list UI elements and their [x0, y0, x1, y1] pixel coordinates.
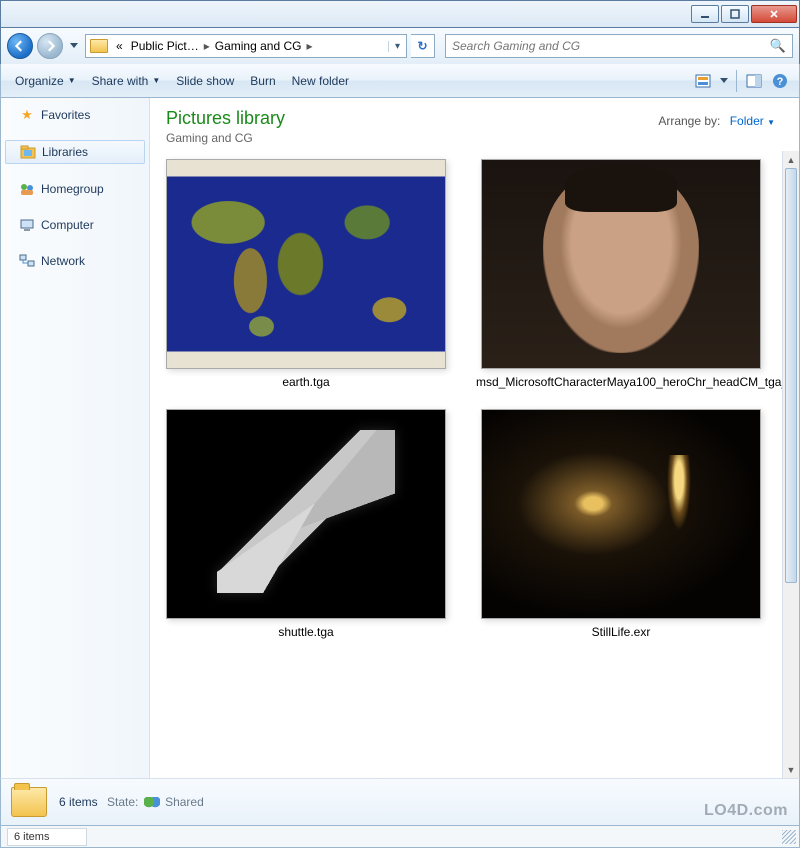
chevron-right-icon[interactable]: ▸ [305, 39, 313, 53]
close-button[interactable] [751, 5, 797, 23]
slideshow-label: Slide show [176, 74, 234, 88]
command-toolbar: Organize▼ Share with▼ Slide show Burn Ne… [0, 64, 800, 98]
organize-label: Organize [15, 74, 64, 88]
arrange-by-label: Arrange by: [658, 114, 720, 128]
resize-grip[interactable] [782, 830, 796, 844]
sidebar-item-homegroup[interactable]: Homegroup [1, 178, 149, 200]
folder-icon [90, 39, 108, 53]
arrange-by-value: Folder [730, 114, 764, 128]
network-icon [19, 253, 35, 269]
status-bar: 6 items [0, 826, 800, 848]
file-name: earth.tga [282, 375, 329, 391]
state-value: Shared [165, 795, 204, 809]
share-with-menu[interactable]: Share with▼ [84, 70, 169, 92]
vertical-scrollbar[interactable]: ▲ ▼ [782, 151, 799, 778]
sidebar-item-libraries[interactable]: Libraries [5, 140, 145, 164]
scroll-thumb[interactable] [785, 168, 797, 583]
sidebar-item-label: Computer [41, 218, 94, 232]
file-item[interactable]: earth.tga [166, 159, 446, 391]
navigation-bar: « Public Pict… ▸ Gaming and CG ▸ ▾ ↻ 🔍 [0, 28, 800, 64]
burn-button[interactable]: Burn [242, 70, 283, 92]
folder-icon [11, 787, 47, 817]
scroll-down-button[interactable]: ▼ [783, 761, 799, 778]
breadcrumb-current[interactable]: Gaming and CG [211, 39, 306, 53]
maximize-button[interactable] [721, 5, 749, 23]
sidebar-item-computer[interactable]: Computer [1, 214, 149, 236]
file-name: shuttle.tga [278, 625, 333, 641]
file-thumbnail [481, 409, 761, 619]
libraries-icon [20, 144, 36, 160]
state-label: State: [107, 795, 138, 809]
sidebar-item-network[interactable]: Network [1, 250, 149, 272]
address-bar[interactable]: « Public Pict… ▸ Gaming and CG ▸ ▾ [85, 34, 407, 58]
star-icon: ★ [19, 107, 35, 123]
change-view-button[interactable] [692, 70, 714, 92]
sidebar-item-favorites[interactable]: ★ Favorites [1, 104, 149, 126]
file-list[interactable]: earth.tga msd_MicrosoftCharacterMaya100_… [150, 151, 782, 778]
library-title: Pictures library [166, 108, 285, 129]
chevron-down-icon: ▼ [68, 76, 76, 85]
newfolder-label: New folder [292, 74, 349, 88]
file-item[interactable]: shuttle.tga [166, 409, 446, 641]
details-pane: 6 items State: Shared [0, 778, 800, 826]
sidebar-item-label: Libraries [42, 145, 88, 159]
nav-history-dropdown[interactable] [67, 33, 81, 59]
sidebar-item-label: Network [41, 254, 85, 268]
view-dropdown[interactable] [718, 70, 730, 92]
address-dropdown[interactable]: ▾ [388, 41, 406, 52]
search-input[interactable] [446, 39, 792, 53]
new-folder-button[interactable]: New folder [284, 70, 357, 92]
status-item-count: 6 items [7, 828, 87, 846]
preview-pane-button[interactable] [743, 70, 765, 92]
help-button[interactable]: ? [769, 70, 791, 92]
back-button[interactable] [7, 33, 33, 59]
chevron-down-icon: ▼ [152, 76, 160, 85]
file-item[interactable]: msd_MicrosoftCharacterMaya100_heroChr_he… [476, 159, 766, 391]
library-subtitle: Gaming and CG [166, 131, 285, 145]
file-name: msd_MicrosoftCharacterMaya100_heroChr_he… [476, 375, 766, 391]
arrange-by-control: Arrange by: Folder ▼ [658, 114, 775, 128]
breadcrumb-parent[interactable]: Public Pict… [127, 39, 203, 53]
scroll-up-button[interactable]: ▲ [783, 151, 799, 168]
search-icon[interactable]: 🔍 [770, 38, 786, 54]
forward-button[interactable] [37, 33, 63, 59]
file-item[interactable]: StillLife.exr [476, 409, 766, 641]
refresh-button[interactable]: ↻ [411, 34, 435, 58]
library-header: Pictures library Gaming and CG Arrange b… [150, 98, 799, 151]
computer-icon [19, 217, 35, 233]
breadcrumb-prefix[interactable]: « [112, 39, 127, 53]
file-thumbnail [166, 159, 446, 369]
file-thumbnail [481, 159, 761, 369]
item-count: 6 items [59, 795, 98, 809]
content-pane: Pictures library Gaming and CG Arrange b… [150, 98, 799, 778]
sidebar-item-label: Homegroup [41, 182, 104, 196]
scroll-track[interactable] [783, 168, 799, 761]
sidebar-item-label: Favorites [41, 108, 90, 122]
organize-menu[interactable]: Organize ▼ [7, 70, 84, 92]
chevron-down-icon: ▼ [767, 118, 775, 127]
shared-icon [144, 797, 160, 809]
chevron-right-icon[interactable]: ▸ [203, 39, 211, 53]
arrange-by-dropdown[interactable]: Folder ▼ [730, 114, 775, 128]
navigation-pane: ★ Favorites Libraries Homegroup Computer… [1, 98, 150, 778]
window-titlebar [0, 0, 800, 28]
burn-label: Burn [250, 74, 275, 88]
slideshow-button[interactable]: Slide show [168, 70, 242, 92]
share-label: Share with [92, 74, 149, 88]
svg-text:?: ? [777, 76, 784, 88]
file-thumbnail [166, 409, 446, 619]
minimize-button[interactable] [691, 5, 719, 23]
file-name: StillLife.exr [592, 625, 651, 641]
search-box[interactable]: 🔍 [445, 34, 793, 58]
homegroup-icon [19, 181, 35, 197]
